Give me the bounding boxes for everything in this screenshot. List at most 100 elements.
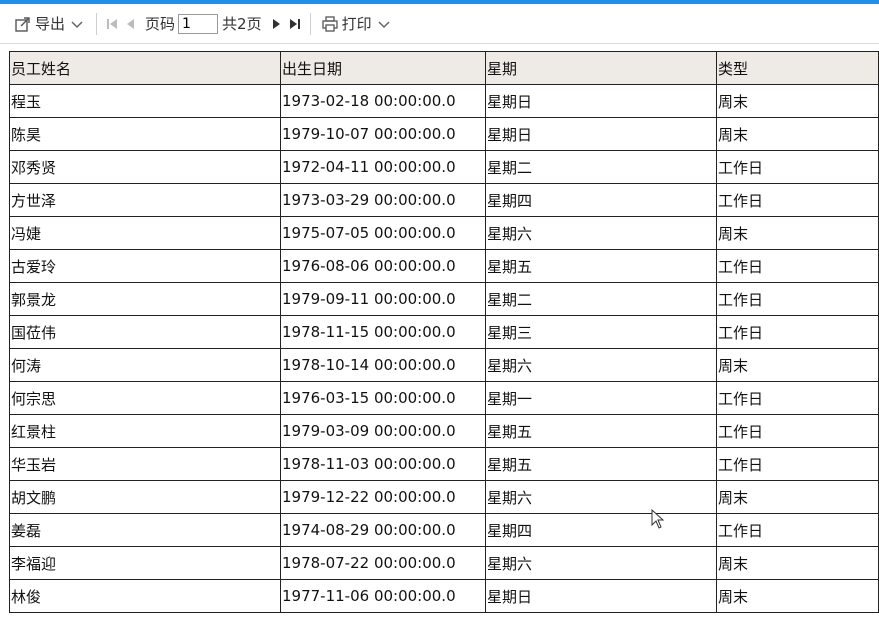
birth-date-cell: 1976-08-06 00:00:00.0	[280, 249, 486, 283]
birth-date-cell: 1979-10-07 00:00:00.0	[280, 117, 486, 151]
employee-name-cell: 邓秀贤	[9, 150, 281, 184]
employee-name-cell: 华玉岩	[9, 447, 281, 481]
export-icon	[14, 14, 32, 34]
employee-name-cell: 郭景龙	[9, 282, 281, 316]
page-number-input[interactable]	[178, 13, 219, 34]
birth-date-cell: 1977-11-06 00:00:00.0	[280, 579, 486, 613]
employee-name-cell: 国莅伟	[9, 315, 281, 349]
type-cell: 工作日	[716, 249, 879, 283]
weekday-cell: 星期日	[485, 84, 717, 118]
type-cell: 周末	[716, 216, 879, 250]
type-cell: 工作日	[716, 282, 879, 316]
weekday-cell: 星期三	[485, 315, 717, 349]
printer-icon	[321, 14, 339, 34]
chevron-down-icon	[375, 14, 393, 34]
print-button[interactable]: 打印	[317, 11, 397, 37]
weekday-cell: 星期四	[485, 513, 717, 547]
total-pages-label: 共2页	[222, 15, 262, 33]
weekday-cell: 星期二	[485, 150, 717, 184]
employee-name-cell: 方世泽	[9, 183, 281, 217]
birth-date-cell: 1978-11-03 00:00:00.0	[280, 447, 486, 481]
table-row: 华玉岩 1978-11-03 00:00:00.0 星期五 工作日	[9, 447, 879, 481]
header-type: 类型	[716, 51, 879, 85]
table-row: 郭景龙 1979-09-11 00:00:00.0 星期二 工作日	[9, 282, 879, 316]
table-row: 邓秀贤 1972-04-11 00:00:00.0 星期二 工作日	[9, 150, 879, 184]
weekday-cell: 星期一	[485, 381, 717, 415]
birth-date-cell: 1975-07-05 00:00:00.0	[280, 216, 486, 250]
type-cell: 工作日	[716, 447, 879, 481]
table-body: 程玉 1973-02-18 00:00:00.0 星期日 周末 陈昊 1979-10-07…	[9, 84, 879, 613]
type-cell: 周末	[716, 579, 879, 613]
birth-date-cell: 1978-10-14 00:00:00.0	[280, 348, 486, 382]
table-row: 姜磊 1974-08-29 00:00:00.0 星期四 工作日	[9, 513, 879, 547]
chevron-down-icon	[68, 14, 86, 34]
type-cell: 周末	[716, 117, 879, 151]
first-page-icon[interactable]	[103, 14, 121, 34]
table-row: 红景柱 1979-03-09 00:00:00.0 星期五 工作日	[9, 414, 879, 448]
table-row: 冯婕 1975-07-05 00:00:00.0 星期六 周末	[9, 216, 879, 250]
export-button[interactable]: 导出	[10, 11, 90, 37]
print-label: 打印	[341, 15, 372, 33]
birth-date-cell: 1974-08-29 00:00:00.0	[280, 513, 486, 547]
table-row: 胡文鹏 1979-12-22 00:00:00.0 星期六 周末	[9, 480, 879, 514]
weekday-cell: 星期四	[485, 183, 717, 217]
birth-date-cell: 1979-12-22 00:00:00.0	[280, 480, 486, 514]
weekday-cell: 星期六	[485, 216, 717, 250]
weekday-cell: 星期五	[485, 249, 717, 283]
birth-date-cell: 1973-03-29 00:00:00.0	[280, 183, 486, 217]
employee-name-cell: 何涛	[9, 348, 281, 382]
employee-name-cell: 程玉	[9, 84, 281, 118]
table-row: 何涛 1978-10-14 00:00:00.0 星期六 周末	[9, 348, 879, 382]
last-page-icon[interactable]	[286, 14, 304, 34]
type-cell: 工作日	[716, 183, 879, 217]
type-cell: 工作日	[716, 381, 879, 415]
toolbar-separator	[309, 12, 311, 35]
type-cell: 周末	[716, 348, 879, 382]
table-row: 陈昊 1979-10-07 00:00:00.0 星期日 周末	[9, 117, 879, 151]
birth-date-cell: 1976-03-15 00:00:00.0	[280, 381, 486, 415]
header-employee-name: 员工姓名	[9, 51, 281, 85]
employee-name-cell: 古爱玲	[9, 249, 281, 283]
type-cell: 周末	[716, 84, 879, 118]
table-header-row: 员工姓名 出生日期 星期 类型	[9, 51, 879, 85]
table-row: 古爱玲 1976-08-06 00:00:00.0 星期五 工作日	[9, 249, 879, 283]
type-cell: 工作日	[716, 414, 879, 448]
type-cell: 工作日	[716, 150, 879, 184]
table-row: 李福迎 1978-07-22 00:00:00.0 星期六 周末	[9, 546, 879, 580]
employee-name-cell: 冯婕	[9, 216, 281, 250]
employee-name-cell: 胡文鹏	[9, 480, 281, 514]
weekday-cell: 星期日	[485, 117, 717, 151]
employee-name-cell: 红景柱	[9, 414, 281, 448]
table-row: 何宗思 1976-03-15 00:00:00.0 星期一 工作日	[9, 381, 879, 415]
weekday-cell: 星期五	[485, 414, 717, 448]
toolbar-separator	[96, 12, 98, 35]
employee-name-cell: 姜磊	[9, 513, 281, 547]
table-row: 国莅伟 1978-11-15 00:00:00.0 星期三 工作日	[9, 315, 879, 349]
birth-date-cell: 1973-02-18 00:00:00.0	[280, 84, 486, 118]
type-cell: 周末	[716, 546, 879, 580]
employee-table: 员工姓名 出生日期 星期 类型 程玉 1973-02-18 00:00:00.0 星…	[9, 51, 879, 613]
birth-date-cell: 1979-09-11 00:00:00.0	[280, 282, 486, 316]
page-label: 页码	[145, 15, 176, 33]
employee-name-cell: 林俊	[9, 579, 281, 613]
weekday-cell: 星期六	[485, 480, 717, 514]
birth-date-cell: 1978-07-22 00:00:00.0	[280, 546, 486, 580]
weekday-cell: 星期六	[485, 348, 717, 382]
header-weekday: 星期	[485, 51, 717, 85]
weekday-cell: 星期二	[485, 282, 717, 316]
type-cell: 周末	[716, 480, 879, 514]
mouse-cursor-icon	[651, 509, 665, 529]
table-row: 方世泽 1973-03-29 00:00:00.0 星期四 工作日	[9, 183, 879, 217]
report-table-container: 员工姓名 出生日期 星期 类型 程玉 1973-02-18 00:00:00.0 星…	[9, 51, 879, 613]
type-cell: 工作日	[716, 315, 879, 349]
employee-name-cell: 陈昊	[9, 117, 281, 151]
next-page-icon[interactable]	[268, 14, 286, 34]
table-row: 程玉 1973-02-18 00:00:00.0 星期日 周末	[9, 84, 879, 118]
prev-page-icon[interactable]	[121, 14, 139, 34]
birth-date-cell: 1979-03-09 00:00:00.0	[280, 414, 486, 448]
table-row: 林俊 1977-11-06 00:00:00.0 星期日 周末	[9, 579, 879, 613]
weekday-cell: 星期日	[485, 579, 717, 613]
birth-date-cell: 1972-04-11 00:00:00.0	[280, 150, 486, 184]
header-birth-date: 出生日期	[280, 51, 486, 85]
report-toolbar: 导出 页码 共2页	[0, 4, 879, 44]
